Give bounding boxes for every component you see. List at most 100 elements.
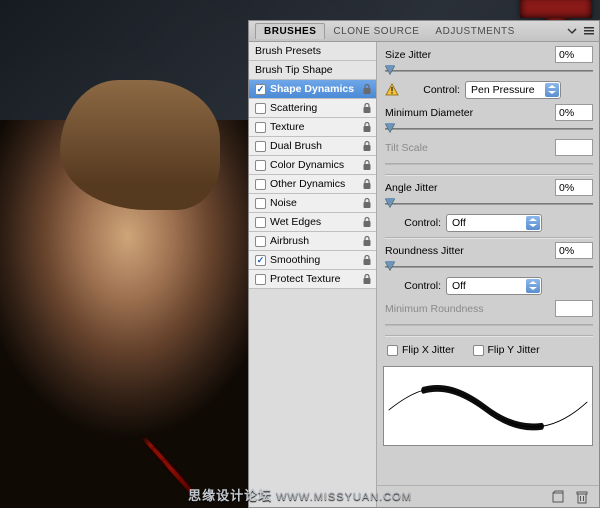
- trash-icon[interactable]: [575, 490, 589, 504]
- option-wet-edges[interactable]: Wet Edges: [249, 213, 376, 232]
- shape-dynamics-settings: Size Jitter Control: Pen Pressure: [377, 42, 599, 362]
- lock-icon: [362, 140, 372, 152]
- size-jitter-label: Size Jitter: [385, 49, 431, 61]
- option-dual-brush[interactable]: Dual Brush: [249, 137, 376, 156]
- panel-tabs-bar: BRUSHES CLONE SOURCE ADJUSTMENTS: [248, 20, 600, 42]
- flip-y-jitter[interactable]: Flip Y Jitter: [473, 344, 540, 356]
- angle-jitter-group: Angle Jitter Control: Off: [385, 179, 593, 232]
- size-jitter-input[interactable]: [555, 46, 593, 63]
- brush-stroke-preview: [383, 366, 593, 446]
- checkbox[interactable]: [255, 274, 266, 285]
- option-smoothing[interactable]: ✓ Smoothing: [249, 251, 376, 270]
- tab-clone-source[interactable]: CLONE SOURCE: [325, 24, 427, 39]
- option-protect-texture[interactable]: Protect Texture: [249, 270, 376, 289]
- option-noise[interactable]: Noise: [249, 194, 376, 213]
- option-airbrush[interactable]: Airbrush: [249, 232, 376, 251]
- lock-icon: [362, 121, 372, 133]
- brushes-panel: BRUSHES CLONE SOURCE ADJUSTMENTS Brush P…: [248, 20, 600, 508]
- tab-adjustments[interactable]: ADJUSTMENTS: [427, 24, 522, 39]
- flip-x-jitter[interactable]: Flip X Jitter: [387, 344, 455, 356]
- flip-x-label: Flip X Jitter: [402, 344, 455, 356]
- size-jitter-group: Size Jitter Control: Pen Pressure: [385, 46, 593, 170]
- warning-icon: [385, 83, 399, 97]
- lock-icon: [362, 102, 372, 114]
- checkbox[interactable]: [255, 198, 266, 209]
- panel-menu-area: [567, 25, 599, 37]
- control-label: Control:: [385, 217, 441, 229]
- tilt-scale-label: Tilt Scale: [385, 142, 428, 154]
- watermark: 思缘设计论坛 WWW.MISSYUAN.COM: [188, 485, 412, 504]
- select-caret-icon: [545, 83, 559, 97]
- brush-presets[interactable]: Brush Presets: [249, 42, 376, 61]
- brush-options-list: Brush Presets Brush Tip Shape ✓Shape Dyn…: [249, 42, 377, 507]
- size-jitter-slider[interactable]: [385, 65, 593, 77]
- flip-x-checkbox[interactable]: [387, 345, 398, 356]
- roundness-jitter-slider[interactable]: [385, 261, 593, 273]
- min-roundness-slider: [385, 319, 593, 331]
- divider: [385, 237, 593, 238]
- checkbox[interactable]: [255, 122, 266, 133]
- man-figure: [0, 120, 255, 508]
- settings-column: Size Jitter Control: Pen Pressure: [377, 42, 599, 507]
- divider: [385, 335, 593, 336]
- roundness-jitter-input[interactable]: [555, 242, 593, 259]
- angle-jitter-slider[interactable]: [385, 198, 593, 210]
- roundness-jitter-group: Roundness Jitter Control: Off: [385, 242, 593, 331]
- min-roundness-label: Minimum Roundness: [385, 303, 484, 315]
- checkbox[interactable]: [255, 217, 266, 228]
- option-color-dynamics[interactable]: Color Dynamics: [249, 156, 376, 175]
- checkbox[interactable]: [255, 236, 266, 247]
- lock-icon: [362, 254, 372, 266]
- angle-jitter-label: Angle Jitter: [385, 182, 438, 194]
- select-caret-icon: [526, 279, 540, 293]
- min-diameter-slider[interactable]: [385, 123, 593, 135]
- tab-brushes[interactable]: BRUSHES: [255, 23, 325, 39]
- checkbox[interactable]: ✓: [255, 84, 266, 95]
- lock-icon: [362, 197, 372, 209]
- min-diameter-label: Minimum Diameter: [385, 107, 473, 119]
- control-label: Control:: [404, 84, 460, 96]
- option-label: Protect Texture: [270, 270, 340, 289]
- watermark-text: 思缘设计论坛: [188, 485, 272, 504]
- option-label: Texture: [270, 118, 304, 137]
- lock-icon: [362, 235, 372, 247]
- checkbox[interactable]: [255, 103, 266, 114]
- control-label: Control:: [385, 280, 441, 292]
- select-caret-icon: [526, 216, 540, 230]
- tilt-scale-slider: [385, 158, 593, 170]
- checkbox[interactable]: [255, 179, 266, 190]
- lock-icon: [362, 83, 372, 95]
- option-label: Airbrush: [270, 232, 309, 251]
- checkbox[interactable]: ✓: [255, 255, 266, 266]
- lock-icon: [362, 273, 372, 285]
- option-texture[interactable]: Texture: [249, 118, 376, 137]
- watermark-url: WWW.MISSYUAN.COM: [276, 491, 412, 503]
- min-roundness-input: [555, 300, 593, 317]
- option-other-dynamics[interactable]: Other Dynamics: [249, 175, 376, 194]
- label: Brush Presets: [255, 42, 321, 61]
- flip-y-label: Flip Y Jitter: [488, 344, 540, 356]
- checkbox[interactable]: [255, 141, 266, 152]
- angle-jitter-input[interactable]: [555, 179, 593, 196]
- label: Brush Tip Shape: [255, 61, 333, 80]
- option-label: Other Dynamics: [270, 175, 345, 194]
- option-scattering[interactable]: Scattering: [249, 99, 376, 118]
- flip-y-checkbox[interactable]: [473, 345, 484, 356]
- option-label: Dual Brush: [270, 137, 322, 156]
- option-label: Scattering: [270, 99, 317, 118]
- option-shape-dynamics[interactable]: ✓Shape Dynamics: [249, 80, 376, 99]
- option-label: Color Dynamics: [270, 156, 344, 175]
- tilt-scale-input: [555, 139, 593, 156]
- lock-icon: [362, 178, 372, 190]
- option-label: Wet Edges: [270, 213, 321, 232]
- collapse-icon[interactable]: [567, 25, 579, 37]
- checkbox[interactable]: [255, 160, 266, 171]
- brush-tip-shape[interactable]: Brush Tip Shape: [249, 61, 376, 80]
- lock-icon: [362, 159, 372, 171]
- panel-menu-icon[interactable]: [583, 25, 595, 37]
- new-preset-icon[interactable]: [551, 490, 565, 504]
- divider: [385, 174, 593, 175]
- lock-icon: [362, 216, 372, 228]
- option-label: Smoothing: [270, 251, 320, 270]
- min-diameter-input[interactable]: [555, 104, 593, 121]
